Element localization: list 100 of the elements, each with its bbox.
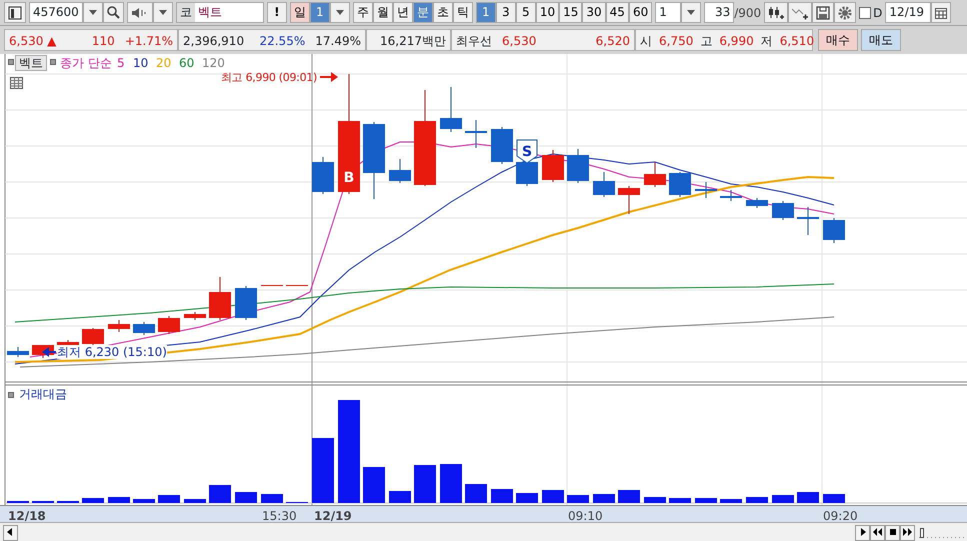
up-arrow: ▲	[47, 34, 56, 48]
add-candle-button[interactable]	[764, 2, 788, 23]
stock-name-field[interactable]: 코 벡트	[176, 2, 264, 23]
price-label: 고	[700, 33, 712, 50]
rewind-icon[interactable]	[873, 528, 882, 536]
scroll-left-button[interactable]	[3, 524, 18, 540]
volume-bar	[389, 491, 411, 503]
fast-forward-icon[interactable]	[903, 528, 912, 536]
volume-bar	[491, 489, 513, 503]
interval-button[interactable]: 30	[582, 2, 606, 23]
volume-bar	[823, 494, 845, 503]
candlestick-plus-icon[interactable]	[768, 6, 784, 20]
volume-bar	[720, 499, 742, 503]
volume-bar	[414, 465, 436, 503]
price-change: 110	[92, 33, 115, 50]
interval-button[interactable]: 3	[496, 2, 516, 23]
unit-tab[interactable]: 월	[372, 2, 393, 23]
best-price-label: 최우선	[456, 33, 492, 50]
alert-button[interactable]: !	[266, 2, 287, 23]
unit-tab[interactable]: 분	[412, 2, 433, 23]
save-icon[interactable]	[816, 6, 830, 20]
candlestick	[389, 158, 411, 184]
unit-tab[interactable]: 년	[392, 2, 413, 23]
slider-thumb[interactable]	[920, 528, 924, 538]
candlestick	[209, 276, 231, 320]
candlestick	[235, 286, 257, 320]
search-icon[interactable]	[106, 6, 120, 20]
candlestick	[491, 126, 513, 164]
interval-field[interactable]: 1	[655, 2, 682, 23]
volume-bar	[235, 492, 257, 503]
unit-tab[interactable]: 초	[432, 2, 453, 23]
moving-average-period: 120	[202, 56, 225, 70]
interval-button[interactable]: 60	[628, 2, 652, 23]
interval-button[interactable]: 1	[476, 2, 496, 23]
search-button[interactable]	[102, 2, 124, 23]
stop-button[interactable]	[885, 524, 900, 540]
dropdown-button[interactable]	[330, 2, 350, 23]
candlestick	[465, 120, 487, 148]
stock-code-field[interactable]: 457600	[29, 2, 83, 23]
candlestick	[261, 284, 283, 286]
interval-button[interactable]: 5	[516, 2, 536, 23]
d-checkbox[interactable]	[859, 6, 872, 18]
caret-icon[interactable]	[158, 10, 167, 16]
scroll-right-button[interactable]	[855, 524, 870, 540]
scroll-right-icon[interactable]	[858, 528, 867, 536]
period-button[interactable]: 1	[310, 2, 330, 23]
candlestick	[542, 150, 564, 182]
candlestick	[618, 186, 640, 214]
change-percent: +1.71%	[124, 33, 173, 50]
axis-label: 12/19	[314, 508, 352, 525]
volume-bar	[209, 485, 231, 503]
candlestick	[797, 206, 819, 236]
date-field[interactable]: 12/19	[885, 2, 932, 23]
count-total: /900	[734, 4, 762, 22]
candlestick	[286, 284, 308, 286]
unit-tab[interactable]: 주	[352, 2, 373, 23]
settings-button[interactable]	[834, 2, 856, 23]
period-button[interactable]: 일	[290, 2, 310, 23]
buy-button[interactable]: 매수	[818, 29, 858, 51]
layout-button[interactable]	[4, 2, 26, 23]
layout-icon[interactable]	[8, 6, 22, 20]
interval-button[interactable]: 45	[606, 2, 629, 23]
candlestick	[720, 190, 742, 202]
volume-panel-title: 거래대금	[19, 387, 67, 401]
interval-button[interactable]: 10	[536, 2, 560, 23]
volume-bar	[669, 498, 691, 503]
candlestick	[669, 172, 691, 198]
caret-icon[interactable]	[687, 10, 696, 16]
calendar-icon[interactable]	[935, 6, 948, 19]
candlestick	[7, 346, 29, 358]
dropdown-button[interactable]	[681, 2, 702, 23]
indicator-tag[interactable]: 벡트	[15, 55, 47, 71]
speaker-button[interactable]	[126, 2, 153, 23]
volume-bar	[108, 497, 130, 503]
volume-bar	[746, 497, 768, 503]
unit-tab[interactable]: 틱	[452, 2, 473, 23]
dropdown-button[interactable]	[82, 2, 103, 23]
settings-icon[interactable]	[838, 6, 852, 20]
caret-icon[interactable]	[88, 10, 97, 16]
volume-bar	[695, 498, 717, 503]
calendar-button[interactable]	[931, 2, 952, 23]
scroll-left-icon[interactable]	[6, 528, 15, 536]
volume-bar	[618, 490, 640, 503]
interval-button[interactable]: 15	[559, 2, 582, 23]
fast-forward-button[interactable]	[900, 524, 915, 540]
rewind-button[interactable]	[870, 524, 885, 540]
count-field[interactable]: 33	[704, 2, 734, 23]
sell-button[interactable]: 매도	[861, 29, 901, 51]
save-button[interactable]	[812, 2, 834, 23]
stop-icon[interactable]	[888, 528, 897, 536]
line-plus-icon[interactable]	[792, 6, 808, 20]
volume-bar	[158, 495, 180, 503]
volume-bar	[363, 467, 385, 503]
caret-icon[interactable]	[336, 10, 344, 16]
volume-bar	[797, 492, 819, 503]
volume-bar	[184, 499, 206, 503]
dropdown-button[interactable]	[152, 2, 173, 23]
high-price-label: 최고 6,990 (09:01)	[221, 71, 317, 85]
volume-bar	[82, 498, 104, 503]
candlestick	[593, 172, 615, 198]
